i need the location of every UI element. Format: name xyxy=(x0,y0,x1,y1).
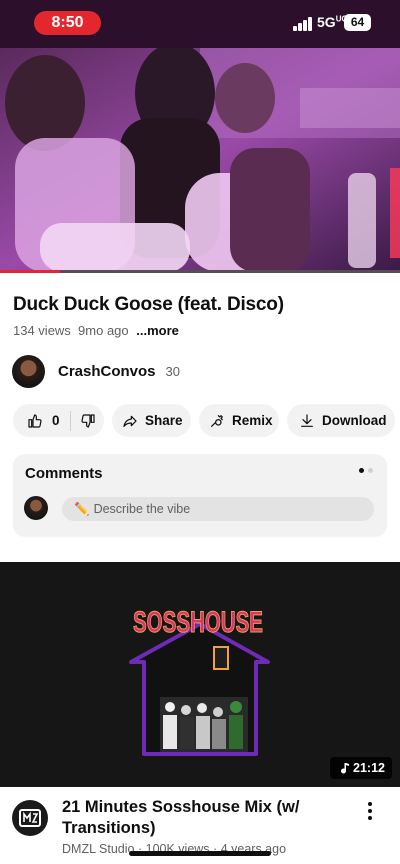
remix-button[interactable]: Remix xyxy=(199,404,279,437)
more-link[interactable]: ...more xyxy=(136,323,179,338)
home-indicator[interactable] xyxy=(129,851,271,856)
next-video-thumbnail[interactable]: SOSSHOUSE 21:12 xyxy=(0,562,400,787)
download-label: Download xyxy=(322,413,387,428)
channel-name[interactable]: CrashConvos xyxy=(58,363,156,380)
more-options-icon[interactable] xyxy=(365,800,375,822)
remix-label: Remix xyxy=(232,413,273,428)
video-title: Duck Duck Goose (feat. Disco) xyxy=(13,294,284,315)
next-video-channel[interactable]: DMZL Studio xyxy=(62,842,134,856)
comments-title: Comments xyxy=(25,465,103,482)
like-button[interactable]: 0 xyxy=(27,413,60,429)
svg-text:SOSSHOUSE: SOSSHOUSE xyxy=(133,606,263,639)
user-avatar xyxy=(24,496,48,520)
thumbs-down-icon xyxy=(80,413,95,428)
channel-row[interactable]: CrashConvos 30 xyxy=(12,354,180,388)
view-count: 134 views xyxy=(13,323,71,338)
video-player[interactable] xyxy=(0,48,400,272)
share-icon xyxy=(123,415,137,427)
comment-input[interactable]: ✏️ Describe the vibe xyxy=(62,497,374,521)
comments-pager xyxy=(359,468,373,473)
video-meta[interactable]: 134 views 9mo ago ...more xyxy=(13,323,179,338)
duration-label: 21:12 xyxy=(353,761,385,775)
video-frame xyxy=(0,48,400,272)
video-duration: 21:12 xyxy=(330,757,392,779)
status-bar: 8:50 5GUC 64 xyxy=(0,0,400,48)
remix-icon xyxy=(211,414,223,427)
video-progress-bar[interactable] xyxy=(0,270,400,273)
cellular-signal-icon xyxy=(293,17,313,31)
download-button[interactable]: Download xyxy=(287,404,395,437)
pencil-icon: ✏️ xyxy=(74,502,90,516)
like-divider xyxy=(69,410,71,431)
network-type: 5GUC xyxy=(317,14,348,30)
download-icon xyxy=(301,413,313,427)
share-button[interactable]: Share xyxy=(112,404,191,437)
pager-dot xyxy=(368,468,373,473)
next-video-title[interactable]: 21 Minutes Sosshouse Mix (w/ Transitions… xyxy=(62,797,342,839)
channel-avatar[interactable] xyxy=(12,354,45,388)
subscriber-count: 30 xyxy=(165,363,180,379)
pager-dot-active xyxy=(359,468,364,473)
thumbs-up-icon xyxy=(28,413,42,428)
upload-age: 9mo ago xyxy=(78,323,129,338)
share-label: Share xyxy=(145,413,183,428)
like-count: 0 xyxy=(52,413,60,428)
comment-placeholder: Describe the vibe xyxy=(93,502,191,516)
thumbnail-logo: SOSSHOUSE xyxy=(133,606,264,640)
dmzl-logo-icon xyxy=(19,809,41,827)
video-progress-fill xyxy=(0,270,60,273)
next-video-channel-avatar[interactable] xyxy=(12,800,48,836)
dislike-button[interactable] xyxy=(80,413,96,429)
like-dislike-chip: 0 xyxy=(13,404,104,437)
battery-indicator: 64 xyxy=(344,14,371,31)
status-time: 8:50 xyxy=(34,11,101,35)
music-note-icon xyxy=(341,762,350,773)
comments-card[interactable]: Comments ✏️ Describe the vibe xyxy=(13,454,387,537)
